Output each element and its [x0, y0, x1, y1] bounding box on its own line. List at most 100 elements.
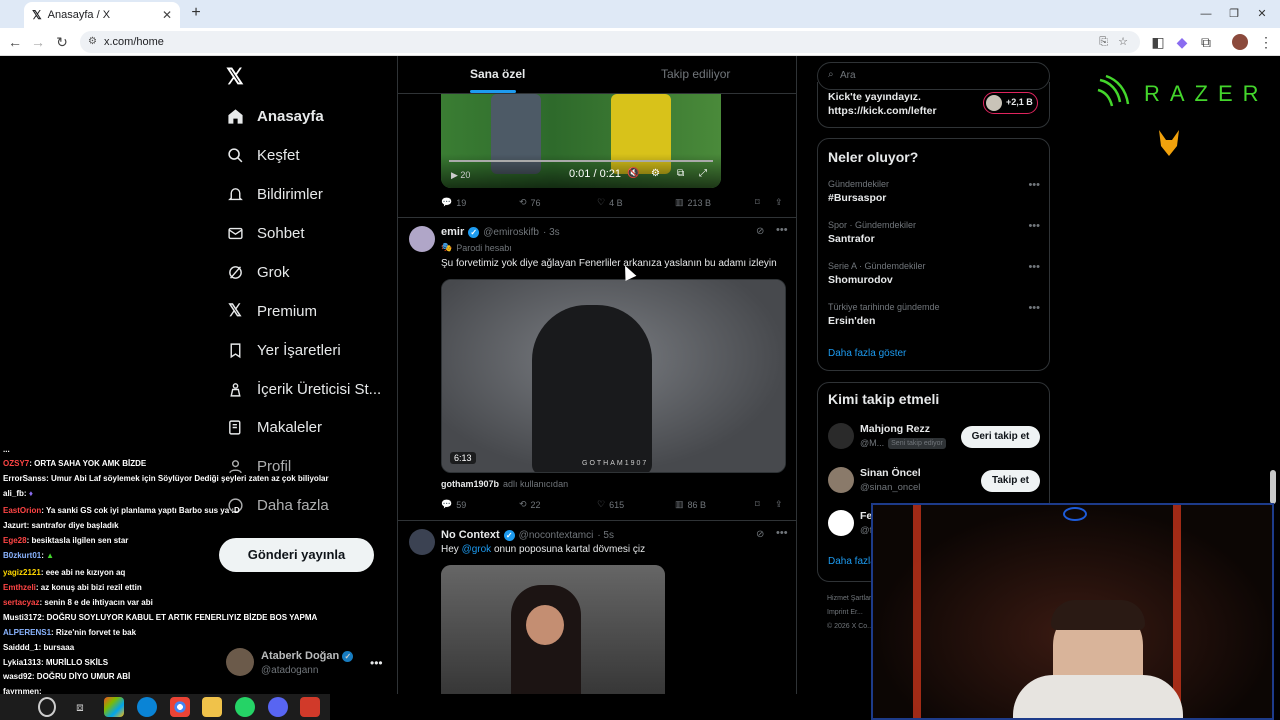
grok-icon[interactable]: ⊘ [756, 226, 764, 237]
profile-avatar[interactable] [1232, 34, 1248, 50]
copilot-icon[interactable] [104, 697, 124, 717]
suggest-name[interactable]: Mahjong Rezz [860, 423, 930, 435]
author-name[interactable]: emir [441, 226, 464, 238]
discord-icon[interactable] [268, 697, 288, 717]
app-icon[interactable] [300, 697, 320, 717]
star-icon[interactable]: ☆ [1118, 31, 1128, 53]
new-tab-button[interactable]: + [186, 4, 206, 24]
bookmark-icon[interactable]: ⌑ [755, 197, 775, 208]
trend-item[interactable]: Serie A · Gündemdekiler Shomurodov ••• [828, 261, 1040, 286]
video-seekbar[interactable] [449, 160, 713, 162]
show-more-link[interactable]: Daha fazla [828, 556, 876, 567]
mute-icon[interactable]: 🔇 [627, 168, 639, 179]
nav-articles[interactable]: Makaleler [226, 412, 322, 442]
post-time[interactable]: · 3s [543, 227, 560, 238]
reload-icon[interactable]: ↻ [52, 32, 72, 52]
nav-more[interactable]: Daha fazla [226, 490, 329, 520]
nav-bookmarks[interactable]: Yer İşaretleri [226, 335, 341, 365]
views-button[interactable]: ▥ 86 B [675, 499, 755, 510]
avatar[interactable] [828, 467, 854, 493]
fullscreen-icon[interactable]: ⤢ [699, 168, 707, 179]
search-icon[interactable] [38, 697, 56, 717]
like-button[interactable]: ♡ 4 B [597, 197, 675, 208]
extension-icon[interactable]: ◧ [1148, 32, 1168, 52]
menu-icon[interactable]: ⋮ [1256, 32, 1276, 52]
account-more-icon[interactable]: ••• [370, 656, 383, 670]
tab-following[interactable]: Takip ediliyor [661, 67, 730, 81]
close-window-icon[interactable]: ✕ [1250, 4, 1274, 24]
footer-link[interactable]: Imprint [827, 609, 848, 616]
trend-item[interactable]: Gündemdekiler #Bursaspor ••• [828, 179, 1040, 204]
browser-tab[interactable]: 𝕏 Anasayfa / X ✕ [24, 2, 180, 28]
avatar[interactable] [828, 423, 854, 449]
post-more-icon[interactable]: ••• [776, 527, 788, 539]
forward-icon[interactable]: → [28, 32, 48, 52]
share-icon[interactable]: ⇪ [775, 197, 783, 208]
nav-premium[interactable]: 𝕏 Premium [226, 296, 317, 326]
trend-more-icon[interactable]: ••• [1028, 220, 1040, 232]
grok-icon[interactable]: ⊘ [756, 529, 764, 540]
suggest-name[interactable]: Sinan Öncel [860, 467, 921, 479]
show-more-link[interactable]: Daha fazla göster [828, 348, 906, 359]
folder-icon[interactable] [202, 697, 222, 717]
nav-messages[interactable]: Sohbet [226, 218, 305, 248]
share-icon[interactable]: ⇪ [775, 499, 783, 510]
puzzle-icon[interactable]: ⧉ [1196, 32, 1216, 52]
like-button[interactable]: ♡ 615 [597, 499, 675, 510]
avatar[interactable] [409, 529, 435, 555]
page-scrollbar[interactable] [1270, 470, 1276, 504]
nav-notifications[interactable]: Bildirimler [226, 179, 323, 209]
views-button[interactable]: ▥ 213 B [675, 197, 755, 208]
trend-item[interactable]: Spor · Gündemdekiler Santrafor ••• [828, 220, 1040, 245]
credit-user[interactable]: gotham1907b [441, 479, 499, 489]
video-player[interactable]: ▶ 20 0:01 / 0:21 🔇 ⚙ ⧉ ⤢ [441, 94, 721, 188]
chrome-icon[interactable] [170, 697, 190, 717]
post-more-icon[interactable]: ••• [776, 224, 788, 236]
tab-for-you[interactable]: Sana özel [470, 67, 525, 81]
tab-close-icon[interactable]: ✕ [162, 8, 172, 22]
reply-button[interactable]: 💬 59 [441, 499, 519, 510]
pip-icon[interactable]: ⧉ [677, 168, 684, 179]
nav-grok[interactable]: Grok [226, 257, 290, 287]
mention-link[interactable]: @grok [462, 544, 492, 555]
settings-icon[interactable]: ⚙ [651, 168, 660, 179]
restore-icon[interactable]: ❐ [1222, 4, 1246, 24]
nav-explore[interactable]: Keşfet [226, 140, 300, 170]
taskview-icon[interactable]: ⧈ [70, 697, 90, 717]
x-logo-icon[interactable]: 𝕏 [226, 64, 244, 90]
avatar[interactable] [828, 510, 854, 536]
trend-more-icon[interactable]: ••• [1028, 179, 1040, 191]
repost-button[interactable]: ⟲ 22 [519, 499, 597, 510]
nav-creator-studio[interactable]: İçerik Üreticisi St... [226, 374, 381, 404]
trend-item[interactable]: Türkiye tarihinde gündemde Ersin'den ••• [828, 302, 1040, 327]
whatsapp-icon[interactable] [235, 697, 255, 717]
back-icon[interactable]: ← [5, 32, 25, 52]
extension2-icon[interactable]: ◆ [1172, 32, 1192, 52]
edge-icon[interactable] [137, 697, 157, 717]
author-name[interactable]: No Context [441, 529, 500, 541]
post-time[interactable]: · 5s [597, 530, 614, 541]
nav-home[interactable]: Anasayfa [226, 101, 324, 131]
post-button[interactable]: Gönderi yayınla [219, 538, 374, 572]
footer-link[interactable]: Hizmet Şartları [827, 592, 877, 606]
post-image[interactable] [441, 565, 665, 694]
install-icon[interactable]: ⎘ [1099, 31, 1108, 53]
bookmark-icon[interactable]: ⌑ [755, 499, 775, 510]
trend-more-icon[interactable]: ••• [1028, 261, 1040, 273]
follow-button[interactable]: Takip et [981, 470, 1040, 492]
author-handle[interactable]: @emiroskifb [483, 227, 539, 238]
account-avatar[interactable] [226, 648, 254, 676]
reply-button[interactable]: 💬 19 [441, 197, 519, 208]
repost-button[interactable]: ⟲ 76 [519, 197, 597, 208]
site-info-icon[interactable]: ⚙ [88, 31, 97, 53]
live-card[interactable]: Kick'te yayındayız. https://kick.com/lef… [817, 82, 1050, 128]
minimize-icon[interactable]: — [1194, 4, 1218, 24]
video-player[interactable]: GOTHAM1907 6:13 [441, 279, 786, 473]
avatar[interactable] [409, 226, 435, 252]
footer-link[interactable]: Er... [850, 609, 862, 616]
author-handle[interactable]: @nocontextamci [519, 530, 594, 541]
trend-more-icon[interactable]: ••• [1028, 302, 1040, 314]
address-bar[interactable]: ⚙ x.com/home ⎘ ☆ [80, 31, 1140, 53]
live-badge[interactable]: +2,1 B [983, 92, 1038, 114]
live-link[interactable]: https://kick.com/lefter [828, 105, 937, 117]
